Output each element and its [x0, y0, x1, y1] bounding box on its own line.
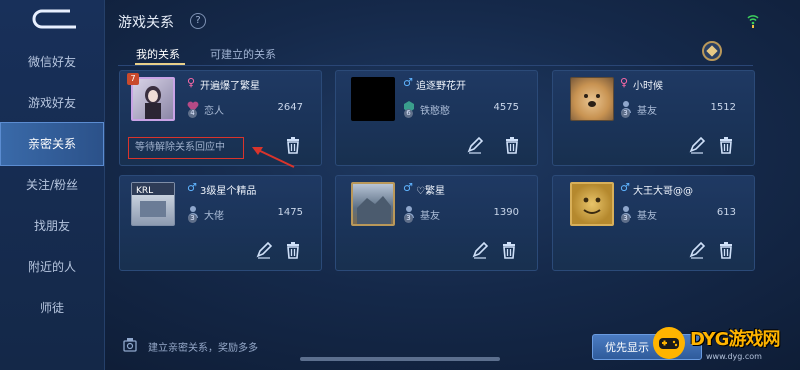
edit-icon[interactable] [466, 136, 484, 154]
relation-type: 恋人 [204, 106, 224, 117]
relation-type: 铁憨憨 [420, 106, 450, 117]
trash-icon[interactable] [285, 241, 301, 259]
sidebar-item-intimate[interactable]: 亲密关系 [0, 122, 104, 166]
relation-card: ♀ 小时候 3 基友 1512 [552, 70, 755, 166]
rank-badge: 7 [127, 73, 139, 85]
friend-name: ♡繁星 [416, 186, 445, 197]
friend-name: 开遍爆了繁星 [200, 81, 260, 92]
tab-available-relations[interactable]: 可建立的关系 [210, 46, 276, 62]
watermark-url: www.dyg.com [706, 352, 762, 361]
male-icon: ♂ [187, 181, 197, 194]
intimacy-reward-tip: 建立亲密关系，奖励多多 [148, 343, 258, 354]
sidebar-item-nearby[interactable]: 附近的人 [0, 245, 104, 289]
relation-level: 6 [404, 109, 413, 118]
page-title: 游戏关系 [118, 15, 174, 31]
sidebar-item-find-friends[interactable]: 找朋友 [0, 204, 104, 248]
gift-icon [123, 338, 137, 352]
edit-icon[interactable] [688, 136, 706, 154]
relation-level: 3 [621, 214, 630, 223]
relation-type: 基友 [637, 211, 657, 222]
male-icon: ♂ [403, 181, 413, 194]
help-icon[interactable]: ? [190, 13, 206, 29]
intimacy-points: 2647 [277, 102, 303, 113]
sidebar-item-follow-fans[interactable]: 关注/粉丝 [0, 163, 104, 207]
avatar[interactable] [570, 182, 614, 226]
back-icon[interactable] [18, 6, 84, 32]
svg-text:KRL: KRL [136, 186, 153, 196]
sidebar-item-wechat-friends[interactable]: 微信好友 [0, 40, 104, 84]
friend-name: 追逐野花开 [416, 81, 466, 92]
trash-icon[interactable] [285, 136, 301, 154]
watermark: DYG游戏网 www.dyg.com [648, 322, 800, 370]
home-indicator[interactable] [300, 357, 500, 361]
intimacy-points: 613 [716, 207, 736, 218]
relation-card: ♂ ♡繁星 3 基友 1390 [335, 175, 538, 271]
watermark-text: DYG游戏网 [690, 329, 780, 350]
avatar[interactable] [351, 182, 395, 226]
relation-type: 大佬 [204, 211, 224, 222]
intimacy-points: 1390 [493, 207, 519, 218]
friend-name: 大王大哥@@ [633, 186, 693, 197]
tab-my-relations[interactable]: 我的关系 [136, 46, 180, 62]
gamepad-logo-icon [653, 327, 685, 359]
relation-card: KRL ♂ 3级星个精品 3 大佬 1475 [119, 175, 322, 271]
intimacy-points: 1475 [277, 207, 303, 218]
sidebar: 微信好友 游戏好友 亲密关系 关注/粉丝 找朋友 附近的人 师徒 [0, 0, 105, 370]
pending-dissolve-status: 等待解除关系回应中 [128, 137, 244, 159]
relation-level: 3 [188, 214, 197, 223]
male-icon: ♂ [620, 181, 630, 194]
trash-icon[interactable] [501, 241, 517, 259]
intimacy-points: 4575 [493, 102, 519, 113]
female-icon: ♀ [620, 76, 629, 89]
relation-level: 3 [621, 109, 630, 118]
relation-level: 3 [404, 214, 413, 223]
relation-level: 4 [188, 109, 197, 118]
male-icon: ♂ [403, 76, 413, 89]
avatar[interactable] [351, 77, 395, 121]
edit-icon[interactable] [255, 241, 273, 259]
friend-name: 3级星个精品 [200, 186, 257, 197]
edit-icon[interactable] [471, 241, 489, 259]
avatar[interactable] [570, 77, 614, 121]
friend-name: 小时候 [633, 81, 663, 92]
sidebar-item-game-friends[interactable]: 游戏好友 [0, 81, 104, 125]
trash-icon[interactable] [718, 136, 734, 154]
relation-card: 7 ♀ 开遍爆了繁星 4 恋人 2647 等待解除关系回应中 [119, 70, 322, 168]
intimacy-points: 1512 [710, 102, 736, 113]
sidebar-item-mentor[interactable]: 师徒 [0, 286, 104, 330]
relation-card: ♂ 追逐野花开 6 铁憨憨 4575 [335, 70, 538, 166]
female-icon: ♀ [187, 76, 196, 89]
trash-icon[interactable] [718, 241, 734, 259]
settings-gear-icon[interactable] [702, 41, 722, 61]
tab-divider [118, 65, 753, 66]
trash-icon[interactable] [504, 136, 520, 154]
relation-type: 基友 [420, 211, 440, 222]
edit-icon[interactable] [688, 241, 706, 259]
relation-card: ♂ 大王大哥@@ 3 基友 613 [552, 175, 755, 271]
relation-type: 基友 [637, 106, 657, 117]
wifi-icon [747, 15, 759, 28]
avatar[interactable]: KRL [131, 182, 175, 226]
